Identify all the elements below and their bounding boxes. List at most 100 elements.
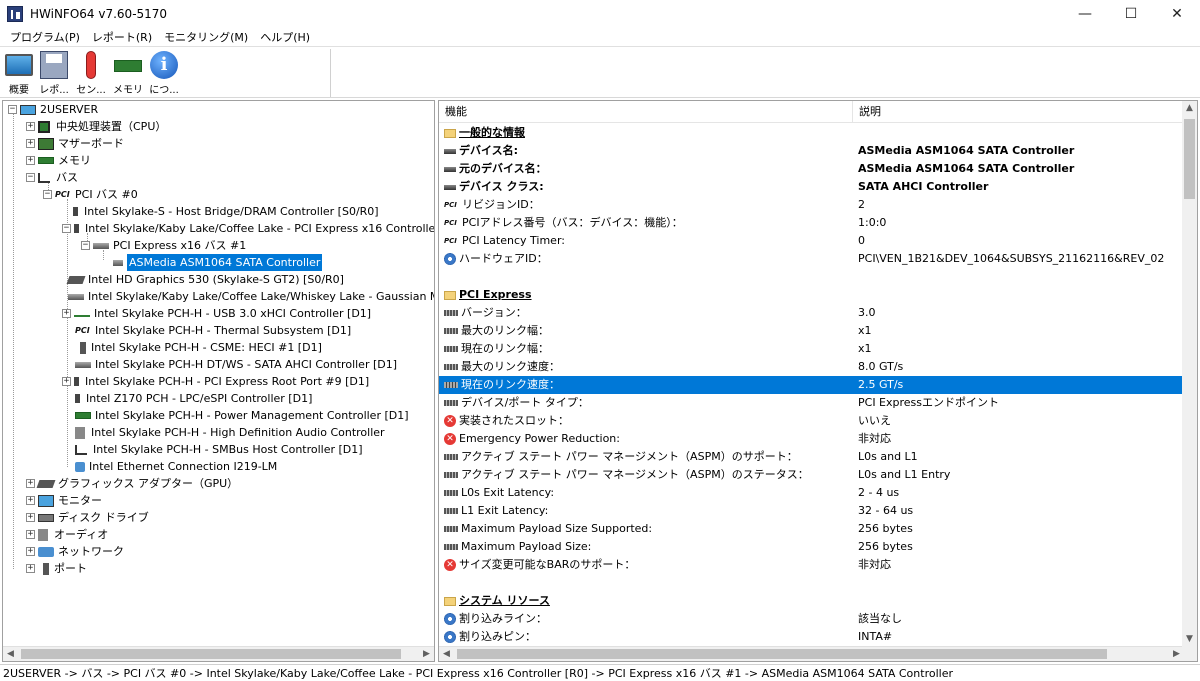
expand-icon[interactable]: + [26, 564, 35, 573]
tree-node-usb-controller[interactable]: + Intel Skylake PCH-H - USB 3.0 xHCI Con… [62, 305, 371, 322]
tree-node-computer[interactable]: − 2USERVER [8, 101, 98, 118]
expand-icon[interactable]: + [26, 139, 35, 148]
property-row[interactable]: ハードウェアID： PCI\VEN_1B21&DEV_1064&SUBSYS_21… [439, 250, 1184, 268]
tree-node-monitor[interactable]: + モニター [26, 492, 102, 509]
tree-node-thermal[interactable]: PCI Intel Skylake PCH-H - Thermal Subsys… [75, 322, 351, 339]
property-row[interactable]: L0s Exit Latency: 2 - 4 us [439, 484, 1184, 502]
menu-program[interactable]: プログラム(P) [4, 29, 86, 45]
expand-icon[interactable]: + [26, 547, 35, 556]
column-header-description[interactable]: 説明 [853, 101, 881, 123]
property-row[interactable]: ✕ サイズ変更可能なBARのサポート： 非対応 [439, 556, 1184, 574]
tree-horizontal-scrollbar[interactable]: ◀ ▶ [3, 646, 434, 661]
tree-node-cpu[interactable]: + 中央処理装置（CPU） [26, 118, 166, 135]
section-header[interactable]: 一般的な情報 [439, 124, 1184, 142]
tree-node-sata-ahci[interactable]: Intel Skylake PCH-H DT/WS - SATA AHCI Co… [75, 356, 397, 373]
section-header[interactable]: システム リソース [439, 592, 1184, 610]
section-header[interactable]: PCI Express [439, 286, 1184, 304]
property-row[interactable]: ✕ Emergency Power Reduction: 非対応 [439, 430, 1184, 448]
tree-node-gaussian-mixture[interactable]: Intel Skylake/Kaby Lake/Coffee Lake/Whis… [68, 288, 434, 305]
property-row[interactable]: バージョン： 3.0 [439, 304, 1184, 322]
property-row[interactable]: PCI リビジョンID： 2 [439, 196, 1184, 214]
tree-node-asm1064[interactable]: ASMedia ASM1064 SATA Controller [113, 254, 323, 271]
device-tree[interactable]: − 2USERVER + 中央処理装置（CPU） + マザーボード + メモリ … [2, 100, 435, 662]
expand-icon[interactable]: + [26, 156, 35, 165]
property-row[interactable]: アクティブ ステート パワー マネージメント（ASPM）のサポート： L0s an… [439, 448, 1184, 466]
tree-node-pcie-x16-bus-1[interactable]: − PCI Express x16 バス #1 [81, 237, 246, 254]
property-row[interactable]: デバイス クラス: SATA AHCI Controller [439, 178, 1184, 196]
tree-node-smbus[interactable]: Intel Skylake PCH-H - SMBus Host Control… [75, 441, 363, 458]
scrollbar-thumb[interactable] [1184, 119, 1195, 199]
property-row[interactable]: 最大のリンク幅： x1 [439, 322, 1184, 340]
collapse-icon[interactable]: − [62, 224, 71, 233]
collapse-icon[interactable]: − [26, 173, 35, 182]
property-row[interactable]: Maximum Payload Size Supported: 256 bytes [439, 520, 1184, 538]
collapse-icon[interactable]: − [8, 105, 17, 114]
details-horizontal-scrollbar[interactable]: ◀ ▶ [439, 646, 1184, 661]
minimize-button[interactable]: — [1062, 0, 1108, 28]
property-row[interactable]: ✕ 実装されたスロット： いいえ [439, 412, 1184, 430]
property-row[interactable]: Maximum Payload Size: 256 bytes [439, 538, 1184, 556]
close-button[interactable]: ✕ [1154, 0, 1200, 28]
tree-node-network[interactable]: + ネットワーク [26, 543, 124, 560]
maximize-button[interactable]: ☐ [1108, 0, 1154, 28]
menu-monitoring[interactable]: モニタリング(M) [158, 29, 254, 45]
collapse-icon[interactable]: − [43, 190, 52, 199]
tree-node-power-mgmt[interactable]: Intel Skylake PCH-H - Power Management C… [75, 407, 409, 424]
scroll-right-icon[interactable]: ▶ [419, 647, 434, 661]
property-row[interactable]: 最大のリンク速度： 8.0 GT/s [439, 358, 1184, 376]
menu-report[interactable]: レポート(R) [86, 29, 158, 45]
property-row[interactable]: デバイス/ポート タイプ： PCI Expressエンドポイント [439, 394, 1184, 412]
property-row[interactable]: PCI PCIアドレス番号（バス：デバイス：機能）： 1:0:0 [439, 214, 1184, 232]
collapse-icon[interactable]: − [81, 241, 90, 250]
tree-node-gpu[interactable]: + グラフィックス アダプター（GPU） [26, 475, 238, 492]
tree-node-csme[interactable]: Intel Skylake PCH-H - CSME: HECI #1 [D1] [75, 339, 322, 356]
scrollbar-thumb[interactable] [457, 649, 1107, 659]
tree-node-bus[interactable]: − バス [26, 169, 78, 186]
details-vertical-scrollbar[interactable]: ▲ ▼ [1182, 101, 1197, 647]
tree-node-pci-bus-0[interactable]: − PCI PCI バス #0 [43, 186, 138, 203]
property-row[interactable]: デバイス名: ASMedia ASM1064 SATA Controller [439, 142, 1184, 160]
tree-node-ethernet[interactable]: Intel Ethernet Connection I219-LM [75, 458, 277, 475]
report-button[interactable]: レポ... [37, 51, 71, 97]
scrollbar-thumb[interactable] [21, 649, 401, 659]
scroll-up-icon[interactable]: ▲ [1182, 101, 1197, 116]
tree-node-lpc[interactable]: Intel Z170 PCH - LPC/eSPI Controller [D1… [75, 390, 312, 407]
property-feature: ✕ Emergency Power Reduction: [444, 430, 620, 448]
scroll-left-icon[interactable]: ◀ [439, 647, 454, 661]
error-icon: ✕ [444, 415, 456, 427]
property-row[interactable]: 現在のリンク幅： x1 [439, 340, 1184, 358]
tree-node-motherboard[interactable]: + マザーボード [26, 135, 124, 152]
menu-help[interactable]: ヘルプ(H) [254, 29, 316, 45]
tree-node-ports[interactable]: + ポート [26, 560, 87, 577]
tree-node-pcie-x16-controller[interactable]: − Intel Skylake/Kaby Lake/Coffee Lake - … [62, 220, 434, 237]
property-row[interactable]: 元のデバイス名： ASMedia ASM1064 SATA Controller [439, 160, 1184, 178]
tree-node-hd-graphics[interactable]: Intel HD Graphics 530 (Skylake-S GT2) [S… [66, 271, 344, 288]
property-row[interactable]: PCI PCI Latency Timer: 0 [439, 232, 1184, 250]
tree-node-memory[interactable]: + メモリ [26, 152, 91, 169]
sensors-button[interactable]: セン... [74, 51, 108, 97]
property-row[interactable]: L1 Exit Latency: 32 - 64 us [439, 502, 1184, 520]
details-pane[interactable]: 機能 説明 一般的な情報 デバイス名: ASMedia ASM1064 SATA C… [438, 100, 1198, 662]
tree-node-hd-audio[interactable]: Intel Skylake PCH-H - High Definition Au… [75, 424, 385, 441]
property-row[interactable]: 現在のリンク速度： 2.5 GT/s [439, 376, 1184, 394]
expand-icon[interactable]: + [26, 513, 35, 522]
memory-button[interactable]: メモリ [111, 51, 145, 97]
tree-node-disk-drives[interactable]: + ディスク ドライブ [26, 509, 149, 526]
tree-node-host-bridge[interactable]: Intel Skylake-S - Host Bridge/DRAM Contr… [68, 203, 379, 220]
expand-icon[interactable]: + [62, 309, 71, 318]
expand-icon[interactable]: + [26, 479, 35, 488]
expand-icon[interactable]: + [26, 530, 35, 539]
property-row[interactable]: 割り込みライン： 該当なし [439, 610, 1184, 628]
scroll-down-icon[interactable]: ▼ [1182, 632, 1197, 647]
scroll-left-icon[interactable]: ◀ [3, 647, 18, 661]
property-row[interactable]: 割り込みピン： INTA# [439, 628, 1184, 646]
expand-icon[interactable]: + [26, 122, 35, 131]
expand-icon[interactable]: + [26, 496, 35, 505]
about-button[interactable]: i につ... [147, 51, 181, 97]
column-header-feature[interactable]: 機能 [439, 101, 467, 123]
summary-button[interactable]: 概要 [2, 51, 36, 97]
expand-icon[interactable]: + [62, 377, 71, 386]
tree-node-audio[interactable]: + オーディオ [26, 526, 108, 543]
property-row[interactable]: アクティブ ステート パワー マネージメント（ASPM）のステータス： L0s a… [439, 466, 1184, 484]
tree-node-root-port-9[interactable]: + Intel Skylake PCH-H - PCI Express Root… [62, 373, 369, 390]
